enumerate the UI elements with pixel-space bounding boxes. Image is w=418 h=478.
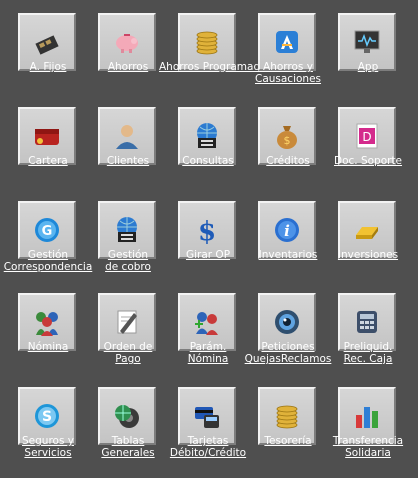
module-tile-consultas[interactable]: Consultas: [160, 94, 240, 182]
users-add-icon: [192, 307, 222, 337]
module-tile-creditos[interactable]: $ Créditos: [240, 94, 320, 182]
calculator-icon: [352, 307, 382, 337]
s-circle-icon: S: [32, 401, 62, 431]
module-tile-ahorros[interactable]: Ahorros: [80, 0, 160, 88]
coin-stack-icon: [272, 401, 302, 431]
module-tile-transferencia[interactable]: Transferencia Solidaria: [320, 374, 403, 462]
globe-gear-icon: [112, 401, 142, 431]
module-label-inversiones[interactable]: Inversiones: [319, 249, 417, 261]
module-tile-inversiones[interactable]: Inversiones: [320, 188, 400, 276]
pencil-paper-icon: [112, 307, 142, 337]
module-tile-nomina[interactable]: Nómina: [0, 280, 80, 368]
svg-text:S: S: [42, 409, 52, 425]
module-tile-peticiones[interactable]: Peticiones QuejasReclamos: [240, 280, 331, 368]
card-machine-icon: [192, 401, 222, 431]
module-tile-app[interactable]: App: [320, 0, 400, 88]
module-tile-cartera[interactable]: Cartera: [0, 94, 80, 182]
user-icon: [112, 121, 142, 151]
users-group-icon: [32, 307, 62, 337]
app-a-icon: [272, 27, 302, 57]
coin-stack-icon: [192, 27, 222, 57]
svg-text:G: G: [42, 224, 53, 239]
module-tile-tablas-generales[interactable]: Tablas Generales: [80, 374, 160, 462]
fixed-assets-icon: [32, 27, 62, 57]
info-icon: i: [272, 215, 302, 245]
module-tile-tesoreria[interactable]: Tesorería: [240, 374, 320, 462]
module-tile-param-nomina[interactable]: Parám. Nómina: [160, 280, 240, 368]
svg-text:$: $: [198, 217, 216, 245]
monitor-icon: [352, 27, 382, 57]
module-tile-seguros[interactable]: S Seguros y Servicios: [0, 374, 80, 462]
svg-text:D: D: [362, 130, 371, 144]
module-tile-gestion-correspondencia[interactable]: G Gestión Correspondencia: [0, 188, 92, 276]
module-tile-clientes[interactable]: Clientes: [80, 94, 160, 182]
module-label-doc-soporte[interactable]: Doc. Soporte: [319, 155, 417, 167]
module-tile-doc-soporte[interactable]: D Doc. Soporte: [320, 94, 402, 182]
module-label-preliquid[interactable]: Preliquid. Rec. Caja: [319, 341, 417, 365]
svg-text:i: i: [284, 222, 290, 240]
globe-printer-icon: [112, 215, 142, 245]
bar-chart-icon: [352, 401, 382, 431]
module-label-app[interactable]: App: [319, 61, 417, 73]
module-tile-preliquid[interactable]: Preliquid. Rec. Caja: [320, 280, 400, 368]
eye-icon: [272, 307, 302, 337]
document-d-icon: D: [352, 121, 382, 151]
g-circle-icon: G: [32, 215, 62, 245]
module-tile-ahorros-causaciones[interactable]: Ahorros y Causaciones: [240, 0, 321, 88]
module-tile-tarjetas[interactable]: Tarjetas Débito/Crédito: [160, 374, 246, 462]
module-grid: A. Fijos Ahorros Ahorros Programados Ahorro…: [0, 0, 418, 478]
svg-text:$: $: [284, 134, 291, 147]
module-tile-inventarios[interactable]: i Inventarios: [240, 188, 320, 276]
module-tile-orden-pago[interactable]: Orden de Pago: [80, 280, 160, 368]
money-bag-icon: $: [272, 121, 302, 151]
module-tile-activos-fijos[interactable]: A. Fijos: [0, 0, 80, 88]
globe-printer-icon: [192, 121, 222, 151]
module-tile-gestion-cobro[interactable]: Gestión de cobro: [80, 188, 160, 276]
module-tile-girar-op[interactable]: $ Girar OP: [160, 188, 240, 276]
wallet-icon: [32, 121, 62, 151]
dollar-sign-icon: $: [192, 215, 222, 245]
module-label-transferencia[interactable]: Transferencia Solidaria: [319, 435, 417, 459]
piggy-bank-icon: [112, 27, 142, 57]
module-tile-ahorros-programados[interactable]: Ahorros Programados: [159, 0, 272, 88]
gold-bar-icon: [352, 215, 382, 245]
